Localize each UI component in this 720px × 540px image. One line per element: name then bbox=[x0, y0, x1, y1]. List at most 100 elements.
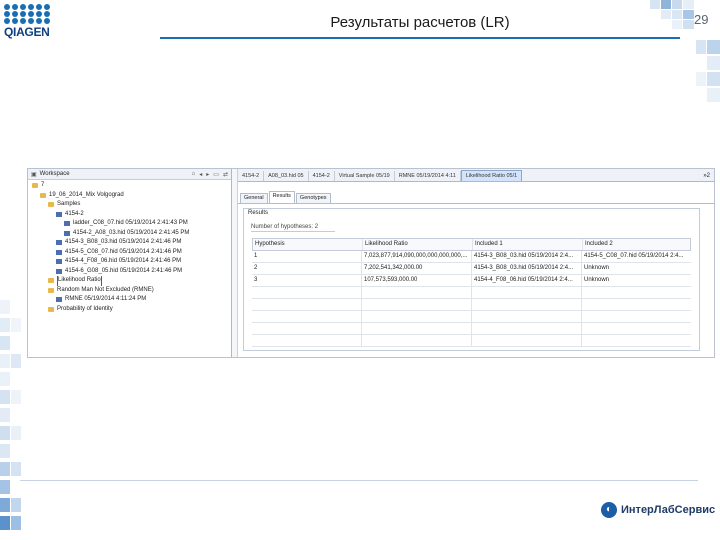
num-hypotheses-rule bbox=[251, 231, 335, 232]
table-cell: Unknown bbox=[584, 277, 610, 283]
workspace-tab-icon: ▣ bbox=[31, 171, 37, 178]
back-icon[interactable]: ◂ bbox=[199, 171, 202, 178]
table-cell-empty bbox=[252, 299, 362, 310]
tree-item-label: Samples bbox=[57, 201, 81, 207]
subtab-results[interactable]: Results bbox=[268, 191, 295, 203]
editor-tab[interactable]: Virtual Sample 05/19 bbox=[335, 171, 395, 181]
left-edge-decoration bbox=[0, 300, 21, 530]
table-cell-empty bbox=[582, 287, 691, 298]
table-cell-empty bbox=[252, 287, 362, 298]
forward-icon[interactable]: ▸ bbox=[206, 171, 209, 178]
tree-item[interactable]: Random Man Not Excluded (RMNE) bbox=[28, 286, 231, 296]
tree-item[interactable]: RMNE 05/19/2014 4:11:24 PM bbox=[28, 295, 231, 305]
sample-icon bbox=[56, 268, 62, 274]
folder-icon bbox=[48, 278, 54, 284]
tree-item-label: 4154-4_F08_06.hid 05/19/2014 2:41:46 PM bbox=[65, 258, 182, 264]
tree-item[interactable]: 7 bbox=[28, 181, 231, 191]
table-cell-empty bbox=[582, 335, 691, 346]
tree-item-label: 4154-6_G08_05.hid 05/19/2014 2:41:46 PM bbox=[65, 267, 183, 274]
table-cell-empty bbox=[472, 311, 582, 322]
column-header[interactable]: Included 2 bbox=[583, 239, 690, 250]
editor-tab[interactable]: 4154-2 bbox=[309, 171, 335, 181]
empty-table-row bbox=[252, 287, 691, 299]
tree-item[interactable]: 4154-3_B08_03.hid 05/19/2014 2:41:46 PM bbox=[28, 238, 231, 248]
table-cell: 107,573,593,000.00 bbox=[362, 275, 472, 286]
title-rule bbox=[160, 37, 680, 39]
tree-item[interactable]: Probability of Identity bbox=[28, 305, 231, 315]
table-cell-empty bbox=[472, 323, 582, 334]
folder-icon bbox=[48, 287, 54, 293]
table-row[interactable]: 3 107,573,593,000.00 4154-4_F08_06.hid 05/… bbox=[252, 275, 691, 287]
tree-item[interactable]: 4154-6_G08_05.hid 05/19/2014 2:41:46 PM bbox=[28, 267, 231, 277]
link-icon[interactable]: ⇄ bbox=[223, 171, 228, 178]
table-cell: 3 bbox=[252, 275, 362, 286]
sample-icon bbox=[64, 230, 70, 236]
folder-icon bbox=[48, 306, 54, 312]
tree-item[interactable]: ladder_C08_07.hid 05/19/2014 2:41:43 PM bbox=[28, 219, 231, 229]
sample-icon bbox=[56, 211, 62, 217]
table-cell: Unknown bbox=[584, 265, 610, 271]
table-cell-empty bbox=[362, 335, 472, 346]
tree-item[interactable]: 19_06_2014_Mix Volgograd bbox=[28, 191, 231, 201]
results-group: Results Number of hypotheses: 2 Hypothes… bbox=[243, 208, 700, 351]
footer-rule bbox=[20, 480, 698, 481]
tree-item-label: ladder_C08_07.hid 05/19/2014 2:41:43 PM bbox=[73, 220, 188, 226]
sample-icon bbox=[56, 240, 62, 246]
tree-item-label: 4154-2_A08_03.hid 05/19/2014 2:41:45 PM bbox=[73, 229, 190, 236]
table-cell-empty bbox=[362, 299, 472, 310]
workspace-toolbar: ⌂ ◂ ▸ ▭ ⇄ bbox=[192, 171, 228, 178]
table-row[interactable]: 1 7,023,877,914,090,000,000,000,000,... 41… bbox=[252, 251, 691, 263]
tree-item[interactable]: Likelihood Ratio bbox=[28, 276, 231, 286]
editor-tab[interactable]: RMNE 05/19/2014 4:11 bbox=[395, 171, 461, 181]
sample-icon bbox=[64, 221, 70, 227]
sample-icon bbox=[56, 259, 62, 265]
collapse-icon[interactable]: ▭ bbox=[213, 171, 219, 178]
tabs-overflow[interactable]: »2 bbox=[699, 171, 714, 181]
table-cell-empty bbox=[582, 323, 691, 334]
editor-area: 4154-2 A08_03.hid 05 4154-2 Virtual Sample … bbox=[238, 169, 714, 357]
results-table: Hypothesis Likelihood Ratio Included 1 Incl… bbox=[252, 238, 691, 347]
editor-tabs: 4154-2 A08_03.hid 05 4154-2 Virtual Sample … bbox=[238, 169, 714, 182]
column-header[interactable]: Hypothesis bbox=[253, 239, 363, 250]
page-number: 29 bbox=[694, 12, 709, 27]
tree-item[interactable]: Samples bbox=[28, 200, 231, 210]
tree-item-label: 4154-3_B08_03.hid 05/19/2014 2:41:46 PM bbox=[65, 239, 182, 245]
table-cell: 2 bbox=[252, 263, 362, 274]
sample-icon bbox=[56, 249, 62, 255]
brand-text: ИнтерЛабСервис bbox=[621, 504, 716, 516]
tree-item-label: 7 bbox=[41, 182, 45, 188]
table-cell-empty bbox=[582, 311, 691, 322]
folder-icon bbox=[48, 202, 54, 208]
editor-tab[interactable]: Likelihood Ratio 05/1 bbox=[460, 170, 523, 181]
editor-tab[interactable]: A08_03.hid 05 bbox=[264, 171, 309, 181]
result-subtabs: General Results Genotypes bbox=[238, 191, 714, 204]
tree-item[interactable]: 4154-5_C08_07.hid 05/19/2014 2:41:46 PM bbox=[28, 248, 231, 258]
subtab-genotypes[interactable]: Genotypes bbox=[295, 193, 331, 203]
table-row[interactable]: 2 7,202,541,342,000.00 4154-3_B08_03.hid 0… bbox=[252, 263, 691, 275]
workspace-header: ▣ Workspace ⌂ ◂ ▸ ▭ ⇄ bbox=[28, 169, 231, 180]
tree-item-label: 4154-5_C08_07.hid 05/19/2014 2:41:46 PM bbox=[65, 248, 182, 255]
corner-decoration bbox=[650, 0, 694, 29]
empty-table-row bbox=[252, 323, 691, 335]
home-icon[interactable]: ⌂ bbox=[192, 171, 196, 178]
editor-tab[interactable]: 4154-2 bbox=[238, 171, 265, 181]
tree-item[interactable]: 4154-2_A08_03.hid 05/19/2014 2:41:45 PM bbox=[28, 229, 231, 239]
column-header[interactable]: Included 1 bbox=[473, 239, 583, 250]
brand-icon: ◐ bbox=[601, 502, 617, 518]
column-header[interactable]: Likelihood Ratio bbox=[363, 239, 473, 250]
workspace-tree: 7 19_06_2014_Mix Volgograd Samples 4154-2 la… bbox=[28, 180, 231, 314]
table-cell-empty bbox=[362, 323, 472, 334]
table-cell-empty bbox=[362, 287, 472, 298]
tree-item-label: 4154-2 bbox=[65, 210, 84, 217]
tree-item[interactable]: 4154-4_F08_06.hid 05/19/2014 2:41:46 PM bbox=[28, 257, 231, 267]
workspace-title[interactable]: Workspace bbox=[40, 171, 189, 177]
table-cell: 7,023,877,914,090,000,000,000,000,... bbox=[362, 251, 472, 262]
tree-item[interactable]: 4154-2 bbox=[28, 210, 231, 220]
table-cell-empty bbox=[362, 311, 472, 322]
table-cell-empty bbox=[252, 335, 362, 346]
tree-item-label: Probability of Identity bbox=[57, 305, 113, 312]
table-cell-empty bbox=[252, 311, 362, 322]
table-cell: 4154-5_C08_07.hid 05/19/2014 2:4... bbox=[584, 253, 684, 259]
empty-table-row bbox=[252, 299, 691, 311]
subtab-general[interactable]: General bbox=[240, 193, 268, 203]
